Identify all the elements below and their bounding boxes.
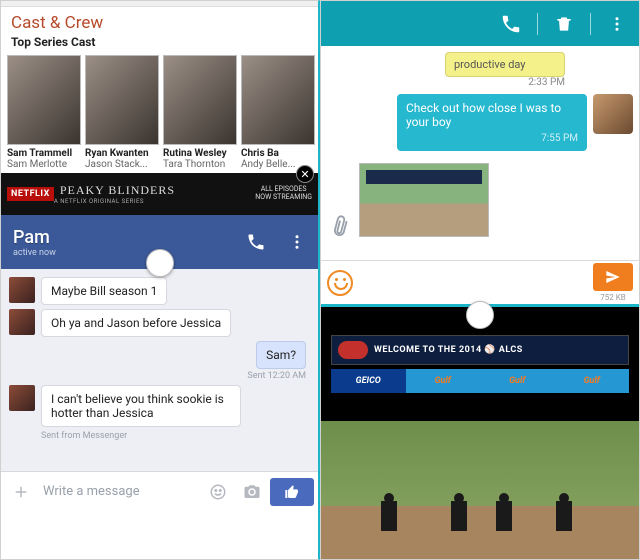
send-icon: [602, 269, 624, 285]
close-icon: ✕: [300, 168, 309, 181]
message-in: Oh ya and Jason before Jessica: [9, 309, 310, 337]
message-meta: Sent from Messenger: [41, 431, 318, 441]
divider: [537, 13, 538, 35]
contact-status: active now: [13, 248, 56, 258]
camera-icon: [243, 483, 261, 501]
add-attachment-button[interactable]: [5, 476, 37, 508]
smiley-icon: [327, 270, 353, 296]
avatar[interactable]: [9, 309, 35, 335]
emoji-button[interactable]: [202, 476, 234, 508]
message-input[interactable]: Write a message: [39, 484, 200, 499]
cast-role: Sam Merlotte: [7, 159, 81, 170]
message-meta: Sent 12:20 AM: [247, 371, 306, 381]
smiley-icon: [209, 483, 227, 501]
cast-subheading: Top Series Cast: [1, 35, 318, 55]
ad-subtitle: A NETFLIX ORIGINAL SERIES: [54, 198, 175, 205]
avatar[interactable]: [593, 94, 633, 134]
cast-name: Rutina Wesley: [163, 148, 237, 159]
ad-board: Gulf: [480, 369, 555, 393]
cast-name: Ryan Kwanten: [85, 148, 159, 159]
message-bubble: Sam?: [256, 341, 306, 369]
phone-icon: [500, 13, 522, 35]
player-silhouette: [496, 501, 512, 531]
split-drag-handle[interactable]: [466, 301, 494, 329]
video-player[interactable]: WELCOME TO THE 2014 ⚾ ALCS GEICO Gulf Gu…: [321, 307, 639, 560]
more-vertical-icon: [288, 232, 306, 252]
split-drag-handle[interactable]: [146, 249, 174, 277]
phone-icon: [246, 232, 266, 252]
sms-composer: 752 KB: [321, 260, 639, 304]
message-in: I can't believe you think sookie is hott…: [9, 385, 310, 427]
paperclip-icon: [325, 211, 355, 241]
camera-button[interactable]: [236, 476, 268, 508]
sms-header: [321, 1, 639, 46]
ad-banner[interactable]: NETFLIX PEAKY BLINDERS A NETFLIX ORIGINA…: [1, 173, 318, 215]
cast-role: Tara Thornton: [163, 159, 237, 170]
message-time: 7:55 PM: [406, 133, 578, 144]
delete-button[interactable]: [550, 14, 578, 34]
scoreboard-text: WELCOME TO THE 2014 ⚾ ALCS: [374, 345, 523, 355]
ad-board: GEICO: [331, 369, 406, 393]
ad-board: Gulf: [406, 369, 481, 393]
video-adboards: GEICO Gulf Gulf Gulf: [331, 369, 629, 393]
message-out: Check out how close I was to your boy 7:…: [327, 94, 633, 151]
ad-brand-badge: NETFLIX: [7, 187, 54, 201]
message-time: 2:33 PM: [321, 77, 639, 88]
cast-role: Jason Stack...: [85, 159, 159, 170]
more-vertical-icon: [608, 14, 626, 34]
cast-name: Sam Trammell: [7, 148, 81, 159]
logo-icon: [338, 341, 368, 359]
video-content: [321, 421, 639, 560]
mms-draft-bubble: productive day: [445, 52, 565, 77]
cast-heading: Cast & Crew: [1, 7, 318, 35]
player-silhouette: [556, 501, 572, 531]
cast-member[interactable]: Rutina Wesley Tara Thornton: [163, 55, 237, 170]
attachment-size: 752 KB: [600, 293, 625, 302]
emoji-button[interactable]: [327, 270, 353, 296]
message-in: Maybe Bill season 1: [9, 277, 310, 305]
avatar[interactable]: [9, 385, 35, 411]
ad-board: Gulf: [555, 369, 630, 393]
cast-photo: [85, 55, 159, 145]
cast-member[interactable]: Chris Ba Andy Belle...: [241, 55, 315, 170]
call-button[interactable]: [246, 232, 266, 252]
message-bubble: I can't believe you think sookie is hott…: [41, 385, 241, 427]
overflow-menu-button[interactable]: [288, 232, 306, 252]
call-button[interactable]: [497, 13, 525, 35]
ad-cta: ALL EPISODES NOW STREAMING: [255, 186, 312, 201]
ad-close-button[interactable]: ✕: [296, 165, 314, 183]
message-composer: Write a message: [1, 471, 318, 511]
attachment-area: [329, 163, 631, 237]
image-attachment-thumb[interactable]: [359, 163, 489, 237]
cast-list[interactable]: Sam Trammell Sam Merlotte Ryan Kwanten J…: [1, 55, 318, 170]
attach-button[interactable]: [325, 211, 355, 241]
contact-name: Pam: [13, 227, 56, 248]
cast-member[interactable]: Sam Trammell Sam Merlotte: [7, 55, 81, 170]
overflow-menu-button[interactable]: [603, 14, 631, 34]
sms-thread[interactable]: productive day 2:33 PM Check out how clo…: [321, 46, 639, 304]
send-button[interactable]: [593, 263, 633, 291]
messenger-thread[interactable]: Maybe Bill season 1 Oh ya and Jason befo…: [1, 269, 318, 511]
message-bubble: Maybe Bill season 1: [41, 277, 167, 305]
avatar[interactable]: [9, 277, 35, 303]
thumbs-up-icon: [283, 484, 301, 500]
cast-member[interactable]: Ryan Kwanten Jason Stack...: [85, 55, 159, 170]
message-bubble: Check out how close I was to your boy 7:…: [397, 94, 587, 151]
player-silhouette: [451, 501, 467, 531]
divider: [590, 13, 591, 35]
cast-name: Chris Ba: [241, 148, 315, 159]
ad-title: PEAKY BLINDERS: [60, 183, 175, 198]
thumb-content: [366, 170, 482, 184]
plus-icon: [12, 483, 30, 501]
message-bubble: Oh ya and Jason before Jessica: [41, 309, 231, 337]
video-scoreboard: WELCOME TO THE 2014 ⚾ ALCS: [331, 335, 629, 365]
cast-photo: [7, 55, 81, 145]
like-button[interactable]: [270, 478, 314, 506]
cast-photo: [241, 55, 315, 145]
player-silhouette: [381, 501, 397, 531]
cast-photo: [163, 55, 237, 145]
message-out: Sam? Sent 12:20 AM: [13, 341, 306, 381]
trash-icon: [554, 14, 574, 34]
